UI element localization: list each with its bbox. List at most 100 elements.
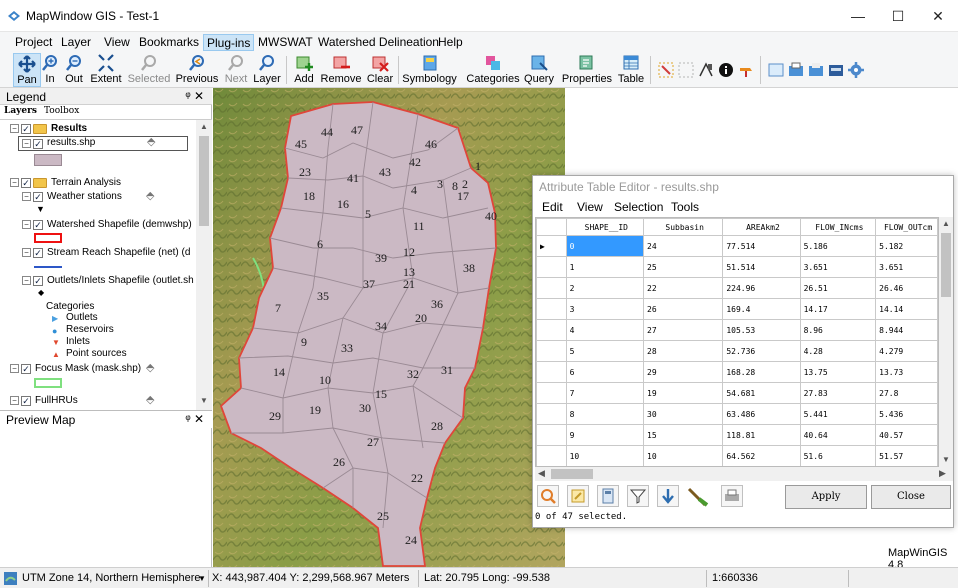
collapse-icon[interactable]: − <box>10 364 19 373</box>
layer-checkbox[interactable]: ✓ <box>21 396 31 406</box>
table-cell[interactable]: 8.96 <box>799 319 877 341</box>
row-selector[interactable] <box>536 256 567 278</box>
table-cell[interactable]: 105.53 <box>722 319 801 341</box>
collapse-icon[interactable]: − <box>22 220 31 229</box>
menu-watershed-delineation[interactable]: Watershed Delineation <box>315 34 442 51</box>
table-cell[interactable]: 4 <box>565 319 645 341</box>
collapse-icon[interactable]: − <box>22 192 31 201</box>
pan-button[interactable]: Pan <box>13 53 41 87</box>
table-cell[interactable]: 26.46 <box>875 277 938 299</box>
export-icon[interactable] <box>808 62 824 78</box>
filter-button[interactable] <box>627 485 649 507</box>
scroll-down-icon[interactable]: ▼ <box>200 396 208 405</box>
column-header[interactable]: FLOW_OUTcm <box>875 218 938 236</box>
legend-scrollbar[interactable]: ▲ ▼ <box>196 120 212 410</box>
layer-focus-mask[interactable]: − ✓ Focus Mask (mask.shp) ⬘ <box>0 362 196 376</box>
select-features-icon[interactable] <box>658 62 674 78</box>
layer-checkbox[interactable]: ✓ <box>33 220 43 230</box>
table-cell[interactable]: 6 <box>565 361 645 383</box>
measure-icon[interactable] <box>698 62 714 78</box>
save-map-icon[interactable] <box>828 62 844 78</box>
attr-menu-view[interactable]: View <box>577 200 603 214</box>
table-row[interactable]: 3 26 169.4 14.17 14.14 <box>536 298 938 320</box>
table-cell[interactable]: 8.944 <box>875 319 938 341</box>
collapse-icon[interactable]: − <box>22 276 31 285</box>
table-cell[interactable]: 4.28 <box>799 340 877 362</box>
layer-outlets-inlets[interactable]: − ✓ Outlets/Inlets Shapefile (outlet.sh <box>0 274 196 288</box>
identify-icon[interactable] <box>718 62 734 78</box>
zoom-selected-button[interactable]: Selected <box>127 53 171 87</box>
scroll-thumb[interactable] <box>199 136 209 226</box>
row-selector[interactable] <box>536 382 567 404</box>
row-selector[interactable] <box>536 277 567 299</box>
table-cell[interactable]: 8 <box>565 403 645 425</box>
tab-layers[interactable]: Layers <box>4 106 37 116</box>
scroll-down-icon[interactable]: ▼ <box>942 455 950 464</box>
query-button[interactable]: Query <box>523 53 555 87</box>
menu-help[interactable]: Help <box>435 34 466 51</box>
attr-menu-selection[interactable]: Selection <box>614 200 663 214</box>
table-cell[interactable]: 7 <box>565 382 645 404</box>
grid-vertical-scrollbar[interactable]: ▲ ▼ <box>939 217 953 467</box>
layer-checkbox[interactable]: ✓ <box>33 248 43 258</box>
table-cell[interactable]: 51.6 <box>799 445 877 466</box>
table-cell[interactable]: 13.73 <box>875 361 938 383</box>
scroll-up-icon[interactable]: ▲ <box>200 122 208 131</box>
table-cell[interactable]: 27.83 <box>799 382 877 404</box>
collapse-icon[interactable]: − <box>22 248 31 257</box>
scroll-thumb[interactable] <box>551 469 593 479</box>
collapse-icon[interactable]: − <box>10 178 19 187</box>
collapse-icon[interactable]: − <box>22 139 31 148</box>
add-layer-button[interactable]: Add <box>291 53 317 87</box>
menu-mwswat[interactable]: MWSWAT <box>255 34 316 51</box>
table-row[interactable]: 9 15 118.81 40.64 40.57 <box>536 424 938 446</box>
table-cell[interactable]: 54.681 <box>722 382 801 404</box>
attr-menu-edit[interactable]: Edit <box>542 200 563 214</box>
zoom-out-button[interactable]: Out <box>63 53 85 87</box>
table-cell[interactable]: 5.182 <box>875 235 938 257</box>
column-header[interactable]: SHAPE__ID <box>565 218 645 236</box>
print-table-button[interactable] <box>721 485 743 507</box>
table-cell[interactable]: 0 <box>565 235 645 257</box>
categories-button[interactable]: Categories <box>463 53 523 87</box>
field-calculator-button[interactable] <box>687 485 709 507</box>
table-cell[interactable]: 52.736 <box>722 340 801 362</box>
preview-pin-close-buttons[interactable]: ᵠ ✕ <box>185 412 204 426</box>
collapse-icon[interactable]: − <box>10 124 19 133</box>
column-header[interactable]: FLOW_INcms <box>799 218 877 236</box>
table-cell[interactable]: 9 <box>565 424 645 446</box>
maximize-button[interactable]: ☐ <box>878 5 918 27</box>
table-cell[interactable]: 3.651 <box>799 256 877 278</box>
table-cell[interactable]: 40.64 <box>799 424 877 446</box>
table-row[interactable]: 1 25 51.514 3.651 3.651 <box>536 256 938 278</box>
table-cell[interactable]: 24 <box>643 235 724 257</box>
row-selector[interactable]: ▶ <box>536 235 567 257</box>
remove-layer-button[interactable]: Remove <box>319 53 363 87</box>
apply-button[interactable]: Apply <box>785 485 867 509</box>
clear-layers-button[interactable]: Clear <box>365 53 395 87</box>
table-row[interactable]: 2 22 224.96 26.51 26.46 <box>536 277 938 299</box>
attribute-grid[interactable]: SHAPE__ID Subbasin AREAkm2 FLOW_INcms FL… <box>535 217 939 467</box>
table-cell[interactable]: 118.81 <box>722 424 801 446</box>
zoom-previous-button[interactable]: Previous <box>174 53 220 87</box>
table-row[interactable]: 4 27 105.53 8.96 8.944 <box>536 319 938 341</box>
menu-plug-ins[interactable]: Plug-ins <box>203 34 255 51</box>
layer-watershed[interactable]: − ✓ Watershed Shapefile (demwshp) <box>0 218 196 232</box>
table-cell[interactable]: 25 <box>643 256 724 278</box>
legend-pin-close-buttons[interactable]: ᵠ ✕ <box>185 89 204 103</box>
table-cell[interactable]: 169.4 <box>722 298 801 320</box>
table-cell[interactable]: 13.75 <box>799 361 877 383</box>
table-cell[interactable]: 27 <box>643 319 724 341</box>
row-selector[interactable] <box>536 403 567 425</box>
zoom-to-selected-button[interactable] <box>537 485 559 507</box>
table-cell[interactable]: 2 <box>565 277 645 299</box>
table-cell[interactable]: 27.8 <box>875 382 938 404</box>
sort-button[interactable] <box>657 485 679 507</box>
table-cell[interactable]: 224.96 <box>722 277 801 299</box>
scroll-right-icon[interactable]: ▶ <box>939 468 946 479</box>
table-row[interactable]: 7 19 54.681 27.83 27.8 <box>536 382 938 404</box>
zoom-next-button[interactable]: Next <box>222 53 250 87</box>
row-selector[interactable] <box>536 298 567 320</box>
minimize-button[interactable]: — <box>838 5 878 27</box>
group-terrain-analysis[interactable]: − ✓ Terrain Analysis <box>0 176 196 190</box>
